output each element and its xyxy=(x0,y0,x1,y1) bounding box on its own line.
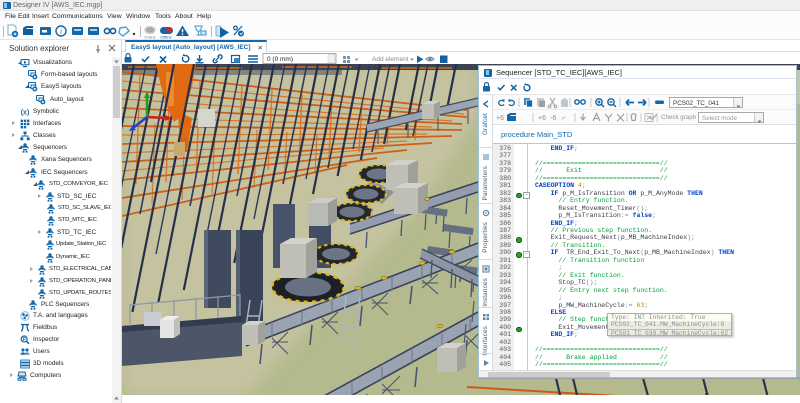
svg-text:Online: Online xyxy=(144,35,156,40)
svg-text:+6: +6 xyxy=(496,115,504,122)
svg-text:Offline: Offline xyxy=(160,35,172,40)
svg-text:0 (0 mm): 0 (0 mm) xyxy=(267,56,293,63)
svg-text:-6: -6 xyxy=(550,115,556,122)
svg-text:Add element: Add element xyxy=(372,56,409,63)
svg-text:+6: +6 xyxy=(538,115,546,122)
svg-text:⌐: ⌐ xyxy=(562,115,566,122)
svg-text:i: i xyxy=(60,28,62,36)
